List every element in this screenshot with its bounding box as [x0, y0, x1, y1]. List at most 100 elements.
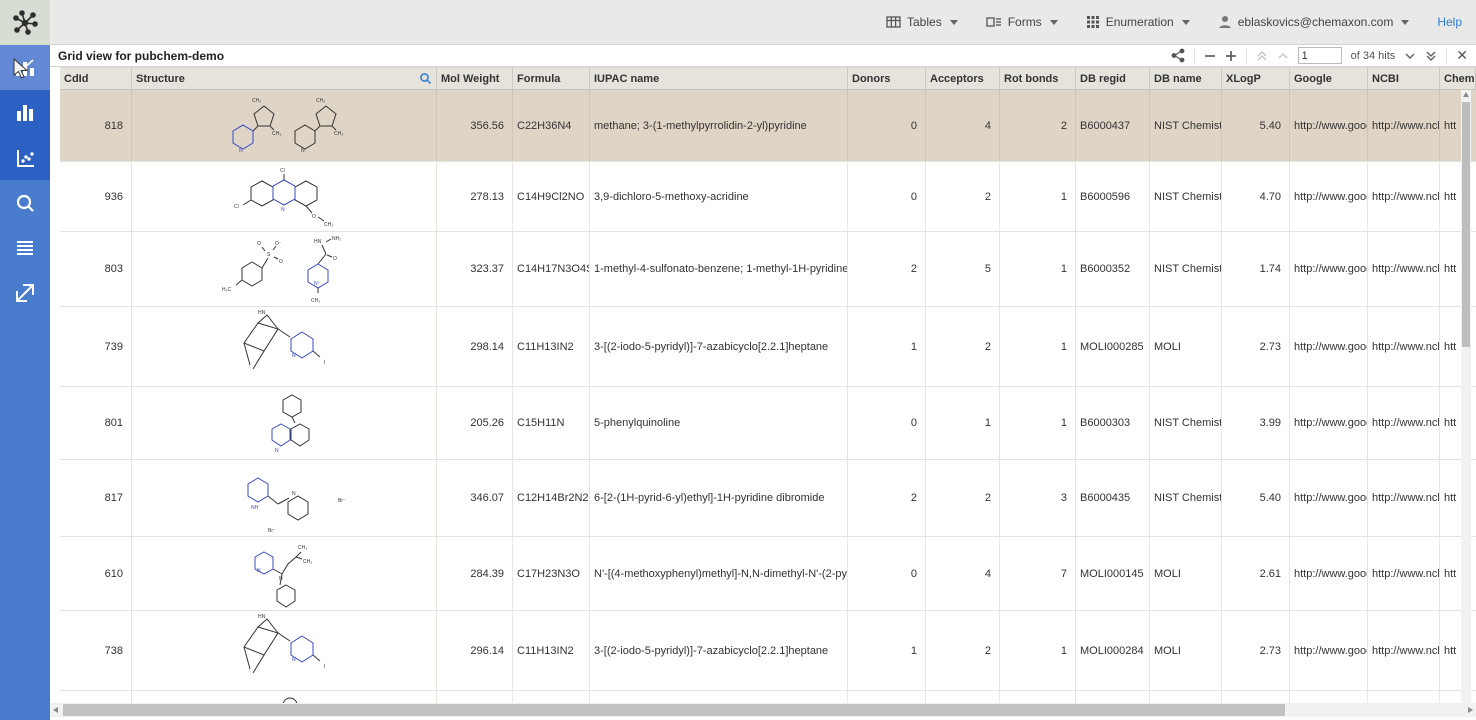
table-row[interactable]: 803 H₃CS OO⁻: [60, 232, 1476, 307]
tables-icon: [886, 15, 901, 29]
col-header-xlogp[interactable]: XLogP: [1222, 68, 1290, 89]
table-row[interactable]: 610 NN CH₃CH₃: [60, 537, 1476, 611]
cell-rotbonds: 2: [1000, 90, 1076, 161]
cell-dbname: MOLI: [1150, 611, 1222, 690]
scroll-left-arrow-icon[interactable]: [53, 707, 58, 713]
cell-structure[interactable]: HN NI: [132, 307, 437, 386]
cell-xlogp: [1222, 691, 1290, 703]
scroll-right-arrow-icon[interactable]: [1468, 707, 1473, 713]
col-header-rotbonds[interactable]: Rot bonds: [1000, 68, 1076, 89]
structure-drawing: N: [144, 389, 424, 458]
cell-google-link[interactable]: http://www.googl: [1290, 232, 1368, 306]
col-header-acceptors[interactable]: Acceptors: [926, 68, 1000, 89]
col-header-structure[interactable]: Structure: [132, 68, 437, 89]
col-header-cdid[interactable]: CdId: [60, 68, 132, 89]
user-email: eblaskovics@chemaxon.com: [1238, 15, 1394, 29]
horizontal-scrollbar-thumb[interactable]: [63, 704, 1285, 716]
table-row[interactable]: 739 HN NI 298.: [60, 307, 1476, 387]
sidebar-item-list[interactable]: [0, 225, 50, 270]
cell-acceptors: 1: [926, 387, 1000, 459]
cell-structure[interactable]: HN NI: [132, 611, 437, 690]
cell-google-link[interactable]: http://www.googl: [1290, 307, 1368, 386]
zoom-in-button[interactable]: [1225, 50, 1237, 62]
first-page-button[interactable]: [1256, 50, 1268, 62]
table-row[interactable]: 936 ClCl OCH₃ N: [60, 162, 1476, 232]
sidebar-item-search[interactable]: [0, 180, 50, 225]
zoom-out-button[interactable]: [1204, 50, 1216, 62]
svg-text:S: S: [267, 252, 271, 258]
last-page-button[interactable]: [1425, 50, 1437, 62]
col-header-google[interactable]: Google: [1290, 68, 1368, 89]
scroll-up-arrow-icon[interactable]: [1463, 92, 1469, 97]
svg-text:O: O: [312, 214, 316, 220]
cell-iupac: 3-[(2-iodo-5-pyridyl)]-7-azabicyclo[2.2.…: [590, 307, 848, 386]
user-menu[interactable]: eblaskovics@chemaxon.com: [1218, 15, 1410, 29]
horizontal-scrollbar[interactable]: [50, 703, 1476, 717]
col-header-molweight[interactable]: Mol Weight: [437, 68, 513, 89]
cell-structure[interactable]: N: [132, 387, 437, 459]
cell-ncbi-link[interactable]: http://www.ncbi.r: [1368, 162, 1440, 231]
cell-donors: 2: [848, 232, 926, 306]
col-header-donors[interactable]: Donors: [848, 68, 926, 89]
cell-xlogp: 1.74: [1222, 232, 1290, 306]
cell-xlogp: 4.70: [1222, 162, 1290, 231]
cell-ncbi-link[interactable]: http://www.ncbi.r: [1368, 460, 1440, 536]
cell-structure[interactable]: NN CH₃CH₃: [132, 537, 437, 610]
cell-structure[interactable]: ClCl OCH₃ N: [132, 162, 437, 231]
cell-structure[interactable]: NHN Br⁻Br⁻: [132, 460, 437, 536]
sidebar-item-scatter[interactable]: [0, 135, 50, 180]
help-link[interactable]: Help: [1437, 15, 1462, 29]
svg-text:N: N: [292, 657, 296, 663]
cell-structure[interactable]: H₃CS OO⁻O OHNNH₂ N⁺CH₃: [132, 232, 437, 306]
cell-molweight: 205.26: [437, 387, 513, 459]
share-button[interactable]: [1171, 48, 1185, 63]
cell-google-link[interactable]: http://www.googl: [1290, 90, 1368, 161]
col-header-chem[interactable]: Chem: [1440, 68, 1476, 89]
col-header-dbregid[interactable]: DB regid: [1076, 68, 1150, 89]
sidebar-item-barchart[interactable]: [0, 90, 50, 135]
menu-enumeration[interactable]: Enumeration: [1086, 15, 1190, 29]
molecule-logo-icon: [11, 9, 39, 37]
col-header-iupac[interactable]: IUPAC name: [590, 68, 848, 89]
svg-text:NH₂: NH₂: [332, 236, 341, 242]
cell-rotbonds: 1: [1000, 232, 1076, 306]
menu-tables[interactable]: Tables: [886, 15, 958, 29]
cell-ncbi-link[interactable]: http://www.ncbi.r: [1368, 387, 1440, 459]
share-icon: [1171, 48, 1185, 63]
cell-google-link[interactable]: http://www.googl: [1290, 611, 1368, 690]
cell-ncbi-link[interactable]: http://www.ncbi.r: [1368, 90, 1440, 161]
vertical-scrollbar-thumb[interactable]: [1462, 102, 1470, 347]
col-header-dbname[interactable]: DB name: [1150, 68, 1222, 89]
sidebar-item-export[interactable]: [0, 270, 50, 315]
cell-ncbi-link[interactable]: http://www.ncbi.r: [1368, 232, 1440, 306]
next-page-button[interactable]: [1404, 50, 1416, 62]
sidebar-item-gridview[interactable]: [0, 45, 50, 90]
table-row[interactable]: 817 NHN Br⁻Br⁻ 346.07 C12H14Br2N2 6-[2-(…: [60, 460, 1476, 537]
menu-forms[interactable]: Forms: [986, 15, 1058, 29]
table-row[interactable]: 801 N 205.26 C15H11N 5-phenylquinoline: [60, 387, 1476, 460]
cell-ncbi-link[interactable]: http://www.ncbi.r: [1368, 307, 1440, 386]
svg-text:CH₃: CH₃: [298, 545, 307, 551]
page-number-input[interactable]: [1298, 47, 1342, 64]
cell-google-link[interactable]: http://www.googl: [1290, 162, 1368, 231]
col-header-ncbi[interactable]: NCBI: [1368, 68, 1440, 89]
pager-controls: of 34 hits ✕: [1171, 47, 1476, 64]
vertical-scrollbar[interactable]: [1461, 90, 1471, 703]
table-row[interactable]: 818 CH₃CH₃ CH₃CH₃ NN: [60, 90, 1476, 162]
col-header-formula[interactable]: Formula: [513, 68, 590, 89]
cell-google-link[interactable]: http://www.googl: [1290, 460, 1368, 536]
cell-cdid: 739: [60, 307, 132, 386]
cell-molweight: 296.14: [437, 611, 513, 690]
table-row[interactable]: 738 HN NI 296.: [60, 611, 1476, 691]
chevron-down-icon: [1050, 20, 1058, 25]
cell-ncbi-link[interactable]: http://www.ncbi.r: [1368, 537, 1440, 610]
close-button[interactable]: ✕: [1456, 47, 1468, 64]
structure-search-icon[interactable]: [419, 72, 432, 85]
table-row-partial[interactable]: [60, 691, 1476, 703]
cell-google-link[interactable]: http://www.googl: [1290, 387, 1368, 459]
cell-structure[interactable]: CH₃CH₃ CH₃CH₃ NN: [132, 90, 437, 161]
cell-ncbi-link[interactable]: http://www.ncbi.r: [1368, 611, 1440, 690]
prev-page-button[interactable]: [1277, 50, 1289, 62]
app-logo[interactable]: [0, 0, 50, 45]
cell-google-link[interactable]: http://www.googl: [1290, 537, 1368, 610]
